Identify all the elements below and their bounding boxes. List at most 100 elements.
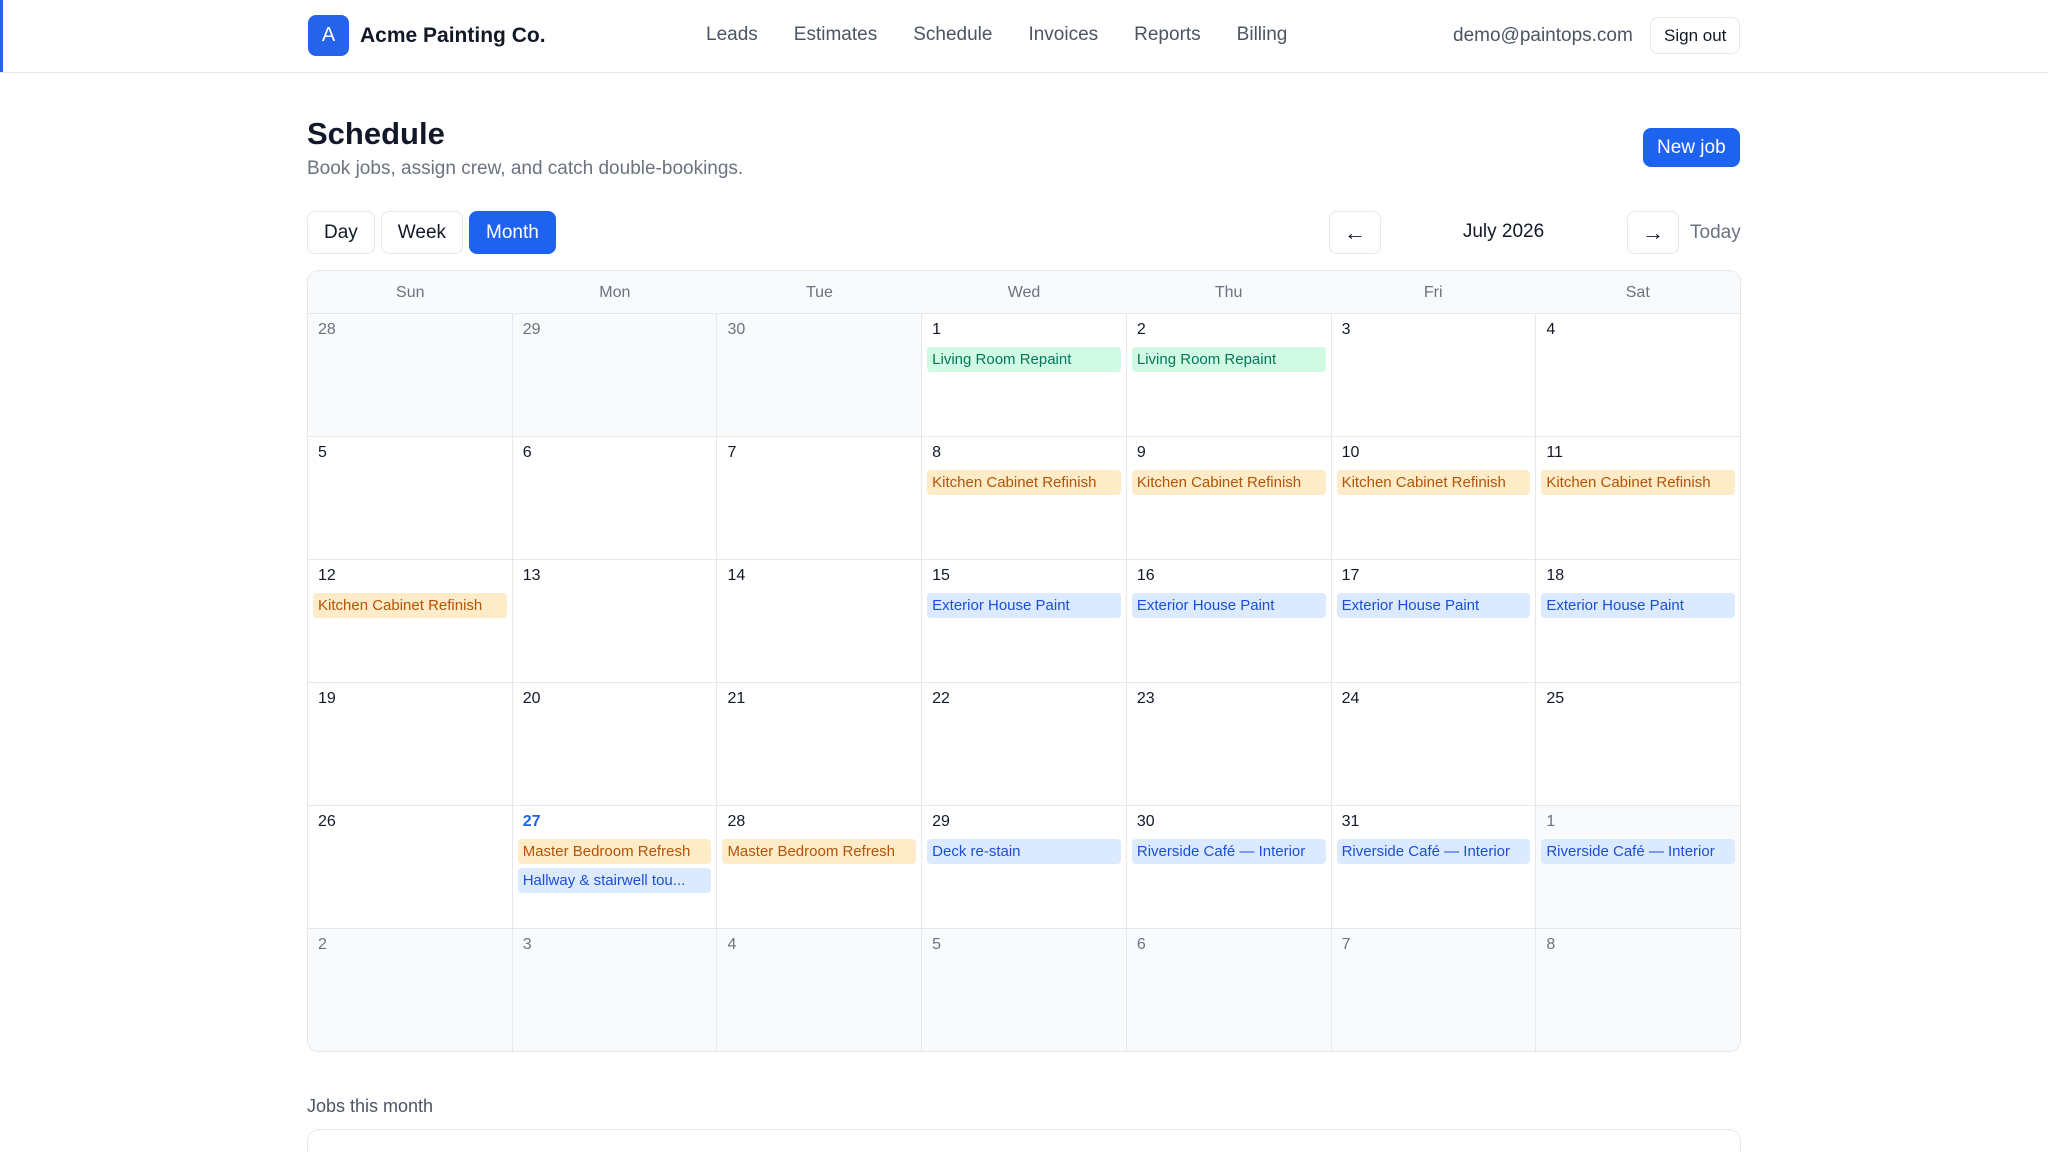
calendar-weeks: 28 29 30 1 Living Room Repaint 2 Living Room R… <box>308 314 1740 1051</box>
calendar-day-cell[interactable]: 14 <box>717 560 923 682</box>
calendar-week-row: 5 6 7 8 Kitchen Cabinet Refinish 9 Kitchen Cab… <box>308 437 1740 560</box>
brand[interactable]: A Acme Painting Co. <box>308 15 546 56</box>
calendar-day-cell[interactable]: 1 Living Room Repaint <box>922 314 1127 436</box>
calendar-day-cell[interactable]: 23 <box>1127 683 1332 805</box>
calendar-day-cell[interactable]: 4 <box>717 929 923 1051</box>
calendar-day-cell[interactable]: 21 <box>717 683 923 805</box>
job-event[interactable]: Hallway & stairwell tou... <box>517 868 712 893</box>
job-event[interactable]: Living Room Repaint <box>927 347 1121 372</box>
nav-item-invoices[interactable]: Invoices <box>1028 24 1098 46</box>
nav-item-leads[interactable]: Leads <box>706 24 758 46</box>
day-number: 10 <box>1341 444 1360 461</box>
job-event[interactable]: Kitchen Cabinet Refinish <box>1541 470 1736 495</box>
calendar-day-cell[interactable]: 1 Riverside Café — Interior <box>1536 806 1740 928</box>
day-number: 4 <box>1546 321 1556 338</box>
job-event[interactable]: Riverside Café — Interior <box>1541 839 1736 864</box>
today-button[interactable]: Today <box>1690 222 1741 244</box>
day-number: 19 <box>318 690 336 707</box>
view-week-button[interactable]: Week <box>380 211 464 254</box>
view-month-button[interactable]: Month <box>469 211 556 254</box>
next-month-button[interactable]: → <box>1627 211 1679 254</box>
job-event[interactable]: Kitchen Cabinet Refinish <box>1336 470 1531 495</box>
calendar-day-cell[interactable]: 10 Kitchen Cabinet Refinish <box>1332 437 1537 559</box>
page-title: Schedule <box>307 116 445 151</box>
calendar-day-cell[interactable]: 2 Living Room Repaint <box>1127 314 1332 436</box>
calendar-day-cell[interactable]: 3 <box>512 929 718 1051</box>
job-event[interactable]: Kitchen Cabinet Refinish <box>313 593 507 618</box>
calendar-day-cell[interactable]: 20 <box>513 683 718 805</box>
day-number: 31 <box>1341 813 1360 830</box>
day-number: 26 <box>318 813 336 830</box>
calendar-day-cell[interactable]: 26 <box>308 806 513 928</box>
job-event[interactable]: Exterior House Paint <box>1131 593 1326 618</box>
calendar-day-cell[interactable]: 4 <box>1536 314 1740 436</box>
day-number: 28 <box>318 321 336 338</box>
job-event[interactable]: Living Room Repaint <box>1131 347 1326 372</box>
calendar-day-cell[interactable]: 7 <box>1331 929 1537 1051</box>
day-number: 30 <box>1136 813 1155 830</box>
new-job-button[interactable]: New job <box>1643 128 1740 167</box>
month-calendar: Sun Mon Tue Wed Thu Fri Sat 28 29 30 1 Living Room… <box>307 270 1741 1052</box>
day-number: 12 <box>318 567 336 584</box>
sign-out-button[interactable]: Sign out <box>1650 17 1741 54</box>
nav-item-reports[interactable]: Reports <box>1134 24 1201 46</box>
prev-month-button[interactable]: ← <box>1329 211 1381 254</box>
job-event[interactable]: Master Bedroom Refresh <box>722 839 917 864</box>
calendar-day-cell[interactable]: 3 <box>1332 314 1537 436</box>
job-event[interactable]: Kitchen Cabinet Refinish <box>1131 470 1326 495</box>
job-event[interactable]: Exterior House Paint <box>927 593 1121 618</box>
day-number: 30 <box>727 321 746 338</box>
view-day-button[interactable]: Day <box>307 211 375 254</box>
top-navigation-bar: A Acme Painting Co. Leads Estimates Sche… <box>0 0 2048 73</box>
day-number: 29 <box>522 321 541 338</box>
calendar-day-cell[interactable]: 6 <box>513 437 718 559</box>
day-number: 8 <box>1546 936 1556 953</box>
calendar-day-cell[interactable]: 5 <box>308 437 513 559</box>
calendar-day-cell[interactable]: 31 Riverside Café — Interior <box>1332 806 1537 928</box>
calendar-day-cell[interactable]: 30 Riverside Café — Interior <box>1127 806 1332 928</box>
calendar-day-cell[interactable]: 6 <box>1126 929 1332 1051</box>
day-number: 3 <box>522 936 532 953</box>
calendar-day-cell[interactable]: 8 Kitchen Cabinet Refinish <box>922 437 1127 559</box>
calendar-day-cell[interactable]: 15 Exterior House Paint <box>922 560 1127 682</box>
calendar-day-cell[interactable]: 22 <box>922 683 1127 805</box>
calendar-day-cell[interactable]: 12 Kitchen Cabinet Refinish <box>308 560 513 682</box>
job-event[interactable]: Riverside Café — Interior <box>1131 839 1326 864</box>
calendar-day-cell[interactable]: 28 <box>308 314 513 436</box>
calendar-week-row: 28 29 30 1 Living Room Repaint 2 Living Room R… <box>308 314 1740 437</box>
nav-item-billing[interactable]: Billing <box>1237 24 1288 46</box>
calendar-day-cell[interactable]: 5 <box>922 929 1127 1051</box>
day-number: 15 <box>932 567 950 584</box>
calendar-day-cell[interactable]: 16 Exterior House Paint <box>1127 560 1332 682</box>
calendar-day-cell[interactable]: 7 <box>717 437 923 559</box>
calendar-day-cell[interactable]: 29 <box>512 314 718 436</box>
job-event[interactable]: Kitchen Cabinet Refinish <box>927 470 1121 495</box>
calendar-day-cell[interactable]: 17 Exterior House Paint <box>1332 560 1537 682</box>
calendar-day-cell[interactable]: 13 <box>513 560 718 682</box>
weekday-header: Mon <box>599 284 631 301</box>
calendar-day-cell[interactable]: 8 <box>1536 929 1740 1051</box>
view-toggle-group: Day Week Month <box>307 211 556 254</box>
calendar-day-cell[interactable]: 28 Master Bedroom Refresh <box>717 806 923 928</box>
job-event[interactable]: Exterior House Paint <box>1541 593 1736 618</box>
calendar-day-cell[interactable]: 19 <box>308 683 513 805</box>
nav-item-schedule[interactable]: Schedule <box>913 24 992 46</box>
calendar-day-cell[interactable]: 29 Deck re-stain <box>922 806 1127 928</box>
calendar-day-cell[interactable]: 25 <box>1536 683 1740 805</box>
day-number: 22 <box>932 690 950 707</box>
job-event[interactable]: Exterior House Paint <box>1336 593 1531 618</box>
job-event[interactable]: Riverside Café — Interior <box>1336 839 1531 864</box>
calendar-day-cell[interactable]: 18 Exterior House Paint <box>1536 560 1740 682</box>
calendar-day-cell[interactable]: 11 Kitchen Cabinet Refinish <box>1536 437 1740 559</box>
calendar-day-cell[interactable]: 2 <box>308 929 513 1051</box>
nav-item-estimates[interactable]: Estimates <box>794 24 877 46</box>
calendar-day-cell[interactable]: 9 Kitchen Cabinet Refinish <box>1127 437 1332 559</box>
current-month-label: July 2026 <box>1462 221 1545 242</box>
calendar-day-cell[interactable]: 27 Master Bedroom Refresh Hallway & stairw… <box>513 806 718 928</box>
day-number: 1 <box>1546 813 1556 830</box>
calendar-day-cell[interactable]: 30 <box>717 314 923 436</box>
job-event[interactable]: Master Bedroom Refresh <box>517 839 712 864</box>
job-event[interactable]: Deck re-stain <box>927 839 1121 864</box>
weekday-header: Wed <box>1007 284 1041 301</box>
calendar-day-cell[interactable]: 24 <box>1332 683 1537 805</box>
